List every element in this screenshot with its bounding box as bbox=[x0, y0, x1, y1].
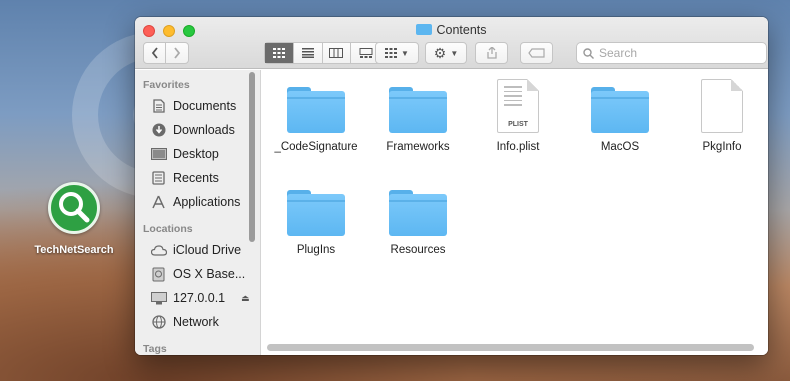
search-icon bbox=[583, 47, 594, 59]
sidebar-item-applications[interactable]: Applications bbox=[135, 190, 260, 214]
nav-buttons bbox=[143, 42, 189, 64]
file-item-pkginfo[interactable]: PkgInfo bbox=[672, 79, 768, 153]
icon-view-button[interactable] bbox=[265, 43, 294, 63]
column-view-icon bbox=[329, 48, 344, 58]
chevron-right-icon bbox=[174, 47, 181, 59]
action-button[interactable]: ⚙ ▼ bbox=[425, 42, 467, 64]
sidebar-item-label: iCloud Drive bbox=[173, 243, 242, 257]
document-icon bbox=[150, 99, 167, 114]
desktop-app-label: TechNetSearch bbox=[34, 244, 114, 256]
horizontal-scrollbar[interactable] bbox=[267, 344, 754, 351]
chevron-down-icon: ▼ bbox=[450, 48, 459, 58]
sidebar-item-label: OS X Base... bbox=[173, 267, 246, 281]
sidebar-item-os-x-base[interactable]: OS X Base... bbox=[135, 262, 260, 286]
sidebar-heading-favorites: Favorites bbox=[143, 79, 190, 91]
share-icon bbox=[486, 47, 497, 59]
disk-icon bbox=[150, 267, 167, 282]
downloads-icon bbox=[150, 123, 167, 138]
file-name: PkgInfo bbox=[702, 141, 742, 153]
file-name: PlugIns bbox=[296, 244, 336, 256]
sidebar-item-label: Applications bbox=[173, 195, 241, 209]
file-grid: _CodeSignature Frameworks PLIST Info.pli… bbox=[262, 70, 768, 355]
window-title: Contents bbox=[135, 23, 768, 37]
sidebar-heading-locations: Locations bbox=[143, 223, 193, 235]
sidebar-item-label: Documents bbox=[173, 99, 237, 113]
icon-view-icon bbox=[272, 48, 285, 58]
sidebar-item-downloads[interactable]: Downloads bbox=[135, 118, 260, 142]
file-name: Info.plist bbox=[496, 141, 540, 153]
window-title-text: Contents bbox=[436, 23, 487, 37]
folder-icon bbox=[389, 87, 447, 133]
gallery-view-icon bbox=[359, 48, 373, 58]
tag-icon bbox=[527, 48, 545, 58]
list-view-icon bbox=[301, 48, 314, 58]
sidebar-item-label: Recents bbox=[173, 171, 219, 185]
chevron-left-icon bbox=[151, 47, 158, 59]
toolbar: ▼ ⚙ ▼ Search bbox=[135, 42, 768, 64]
search-placeholder: Search bbox=[599, 46, 638, 60]
sidebar-item-recents[interactable]: Recents bbox=[135, 166, 260, 190]
gear-icon: ⚙ bbox=[433, 45, 447, 61]
file-name: _CodeSignature bbox=[274, 141, 358, 153]
magnifier-icon bbox=[48, 182, 100, 234]
file-item-frameworks[interactable]: Frameworks bbox=[368, 87, 468, 153]
sidebar-item-icloud-drive[interactable]: iCloud Drive bbox=[135, 238, 260, 262]
list-view-button[interactable] bbox=[294, 43, 323, 63]
arrange-icon bbox=[385, 48, 398, 58]
file-type-tag: PLIST bbox=[508, 121, 528, 128]
folder-icon bbox=[287, 87, 345, 133]
recents-icon bbox=[150, 171, 167, 186]
document-icon bbox=[701, 79, 743, 133]
file-item-resources[interactable]: Resources bbox=[368, 190, 468, 256]
sidebar-item-localhost[interactable]: 127.0.0.1 ⏏ bbox=[135, 286, 260, 310]
back-button[interactable] bbox=[144, 43, 166, 63]
file-item-codesignature[interactable]: _CodeSignature bbox=[266, 87, 366, 153]
file-name: MacOS bbox=[600, 141, 640, 153]
sidebar-item-label: Desktop bbox=[173, 147, 219, 161]
file-item-info-plist[interactable]: PLIST Info.plist bbox=[468, 79, 568, 153]
sidebar-heading-tags: Tags bbox=[143, 343, 167, 355]
sidebar-item-label: 127.0.0.1 bbox=[173, 291, 226, 305]
network-icon bbox=[150, 315, 167, 330]
sidebar-item-label: Network bbox=[173, 315, 219, 329]
search-input[interactable]: Search bbox=[576, 42, 767, 64]
cloud-icon bbox=[150, 243, 167, 258]
tags-button[interactable] bbox=[520, 42, 553, 64]
folder-icon bbox=[287, 190, 345, 236]
folder-icon bbox=[416, 24, 433, 35]
file-item-macos[interactable]: MacOS bbox=[570, 87, 670, 153]
desktop-icon bbox=[150, 147, 167, 162]
sidebar-item-desktop[interactable]: Desktop bbox=[135, 142, 260, 166]
sidebar-item-documents[interactable]: Documents bbox=[135, 94, 260, 118]
applications-icon bbox=[150, 195, 167, 210]
folder-icon bbox=[389, 190, 447, 236]
chevron-down-icon: ▼ bbox=[401, 48, 409, 58]
sidebar: Favorites Documents Downloads Desktop Re… bbox=[135, 70, 261, 355]
sidebar-scrollbar[interactable] bbox=[249, 72, 255, 242]
file-name: Resources bbox=[390, 244, 446, 256]
file-name: Frameworks bbox=[386, 141, 450, 153]
sidebar-item-network[interactable]: Network bbox=[135, 310, 260, 334]
desktop-app-icon[interactable]: TechNetSearch bbox=[28, 182, 120, 256]
computer-icon bbox=[150, 291, 167, 306]
sidebar-item-label: Downloads bbox=[173, 123, 235, 137]
view-mode-control bbox=[264, 42, 381, 64]
arrange-button[interactable]: ▼ bbox=[375, 42, 419, 64]
forward-button[interactable] bbox=[166, 43, 188, 63]
column-view-button[interactable] bbox=[323, 43, 352, 63]
plist-file-icon: PLIST bbox=[497, 79, 539, 133]
window-titlebar: Contents ▼ ⚙ ▼ Search bbox=[135, 17, 768, 69]
folder-icon bbox=[591, 87, 649, 133]
share-button[interactable] bbox=[475, 42, 508, 64]
eject-icon[interactable]: ⏏ bbox=[241, 293, 250, 304]
finder-window: Contents ▼ ⚙ ▼ Search Favorites Document… bbox=[135, 17, 768, 355]
file-item-plugins[interactable]: PlugIns bbox=[266, 190, 366, 256]
